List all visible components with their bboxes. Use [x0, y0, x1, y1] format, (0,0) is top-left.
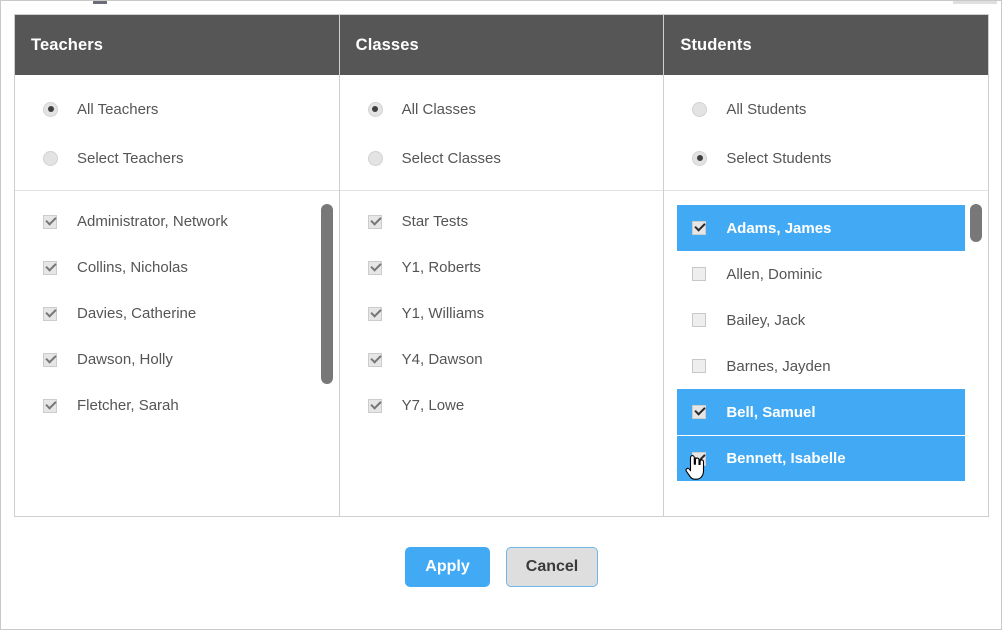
checkbox-icon[interactable]: [692, 313, 707, 327]
list-item[interactable]: Adams, James: [677, 205, 966, 251]
radio-option-all-classes[interactable]: All Classes: [340, 93, 664, 125]
list-item[interactable]: Dawson, Holly: [15, 343, 339, 376]
radio-group-teachers: All Teachers Select Teachers: [15, 75, 339, 191]
list-wrap-students: Adams, James Allen, Dominic Bailey, Jack…: [664, 191, 989, 516]
cancel-button[interactable]: Cancel: [506, 547, 598, 587]
list-item-label: Bell, Samuel: [726, 403, 816, 421]
checkbox-icon[interactable]: [692, 267, 707, 281]
checkbox-icon[interactable]: [692, 451, 707, 466]
checkbox-icon[interactable]: [367, 398, 382, 413]
list-item[interactable]: Administrator, Network: [15, 205, 339, 238]
apply-button[interactable]: Apply: [405, 547, 490, 587]
radio-label-all-teachers: All Teachers: [77, 100, 159, 118]
list-item[interactable]: Allen, Dominic: [677, 251, 965, 297]
list-item[interactable]: Bennett, Isabelle: [677, 435, 966, 481]
radio-group-classes: All Classes Select Classes: [339, 75, 664, 191]
scrollbar-teachers[interactable]: [320, 191, 333, 516]
list-item-label: Fletcher, Sarah: [77, 397, 179, 414]
list-item-label: Bailey, Jack: [726, 311, 806, 329]
clipped-content-sliver: [1, 1, 1001, 5]
list-item[interactable]: Collins, Nicholas: [15, 251, 339, 284]
radio-icon-all-teachers[interactable]: [43, 101, 58, 117]
checkbox-icon[interactable]: [692, 221, 707, 235]
checkbox-icon[interactable]: [43, 214, 57, 229]
list-item[interactable]: Davies, Catherine: [15, 297, 339, 330]
list-item[interactable]: Bell, Samuel: [677, 389, 966, 435]
list-teachers: Administrator, Network Collins, Nicholas…: [15, 191, 339, 516]
list-item[interactable]: Y4, Dawson: [340, 343, 664, 376]
checkbox-icon[interactable]: [367, 352, 382, 367]
radio-option-all-students[interactable]: All Students: [664, 93, 988, 125]
checkbox-icon[interactable]: [367, 214, 382, 229]
column-teachers: Teachers All Teachers Select Teachers Ad…: [15, 15, 340, 516]
radio-icon-select-students[interactable]: [692, 150, 708, 166]
column-header-teachers: Teachers: [15, 15, 339, 75]
radio-icon-select-teachers[interactable]: [43, 150, 58, 166]
column-header-students: Students: [664, 15, 989, 75]
scrollbar-thumb[interactable]: [320, 204, 333, 384]
checkbox-icon[interactable]: [43, 260, 57, 275]
radio-label-all-students: All Students: [726, 100, 807, 118]
list-item-label: Barnes, Jayden: [726, 357, 831, 375]
radio-label-select-teachers: Select Teachers: [77, 149, 184, 167]
list-item[interactable]: Star Tests: [340, 205, 664, 238]
radio-icon-all-students[interactable]: [692, 101, 708, 117]
list-item-label: Y1, Roberts: [401, 259, 481, 276]
list-item-label: Allen, Dominic: [726, 265, 823, 283]
filter-columns: Teachers All Teachers Select Teachers Ad…: [14, 14, 989, 517]
checkbox-icon[interactable]: [692, 359, 707, 373]
checkbox-icon[interactable]: [43, 352, 57, 367]
filter-dialog: Teachers All Teachers Select Teachers Ad…: [0, 0, 1002, 630]
list-item-label: Administrator, Network: [77, 213, 228, 230]
clipped-chip-right: [953, 1, 997, 4]
clipped-chip-left: [93, 1, 107, 4]
list-item-label: Y4, Dawson: [401, 351, 483, 368]
checkbox-icon[interactable]: [43, 398, 57, 413]
checkbox-icon[interactable]: [367, 260, 382, 275]
checkbox-icon[interactable]: [367, 306, 382, 321]
scrollbar-thumb[interactable]: [970, 204, 983, 242]
list-item-label: Bennett, Isabelle: [726, 450, 846, 467]
list-item[interactable]: Y7, Lowe: [340, 389, 664, 422]
list-item[interactable]: Y1, Williams: [340, 297, 664, 330]
column-students: Students All Students Select Students Ad…: [664, 15, 989, 516]
list-item-label: Collins, Nicholas: [77, 259, 188, 276]
radio-option-select-classes[interactable]: Select Classes: [340, 142, 664, 174]
column-header-classes: Classes: [339, 15, 664, 75]
checkbox-icon[interactable]: [43, 306, 57, 321]
list-wrap-teachers: Administrator, Network Collins, Nicholas…: [15, 191, 339, 516]
column-classes: Classes All Classes Select Classes Star …: [339, 15, 665, 516]
checkbox-icon[interactable]: [692, 405, 707, 419]
list-item[interactable]: Bailey, Jack: [677, 297, 965, 343]
list-wrap-classes: Star Tests Y1, Roberts Y1, Williams Y4, …: [339, 191, 664, 516]
list-item-label: Y7, Lowe: [401, 397, 465, 414]
list-item-label: Davies, Catherine: [77, 305, 197, 322]
radio-label-select-students: Select Students: [726, 149, 832, 167]
radio-label-select-classes: Select Classes: [401, 149, 501, 167]
list-classes: Star Tests Y1, Roberts Y1, Williams Y4, …: [340, 191, 664, 516]
list-item[interactable]: Y1, Roberts: [340, 251, 664, 284]
dialog-footer: Apply Cancel: [14, 517, 989, 617]
list-item-label: Star Tests: [401, 213, 469, 230]
radio-group-students: All Students Select Students: [664, 75, 989, 191]
radio-icon-all-classes[interactable]: [367, 101, 383, 117]
radio-icon-select-classes[interactable]: [367, 150, 383, 166]
list-students: Adams, James Allen, Dominic Bailey, Jack…: [664, 191, 988, 516]
list-item[interactable]: Fletcher, Sarah: [15, 389, 339, 422]
radio-option-select-teachers[interactable]: Select Teachers: [15, 142, 339, 174]
scrollbar-students[interactable]: [970, 191, 983, 516]
list-item-label: Y1, Williams: [401, 305, 485, 322]
radio-option-select-students[interactable]: Select Students: [664, 142, 988, 174]
list-item-label: Dawson, Holly: [77, 351, 173, 368]
list-item[interactable]: Barnes, Jayden: [677, 343, 965, 389]
list-item-label: Adams, James: [726, 219, 832, 237]
radio-option-all-teachers[interactable]: All Teachers: [15, 93, 339, 125]
radio-label-all-classes: All Classes: [401, 100, 476, 118]
